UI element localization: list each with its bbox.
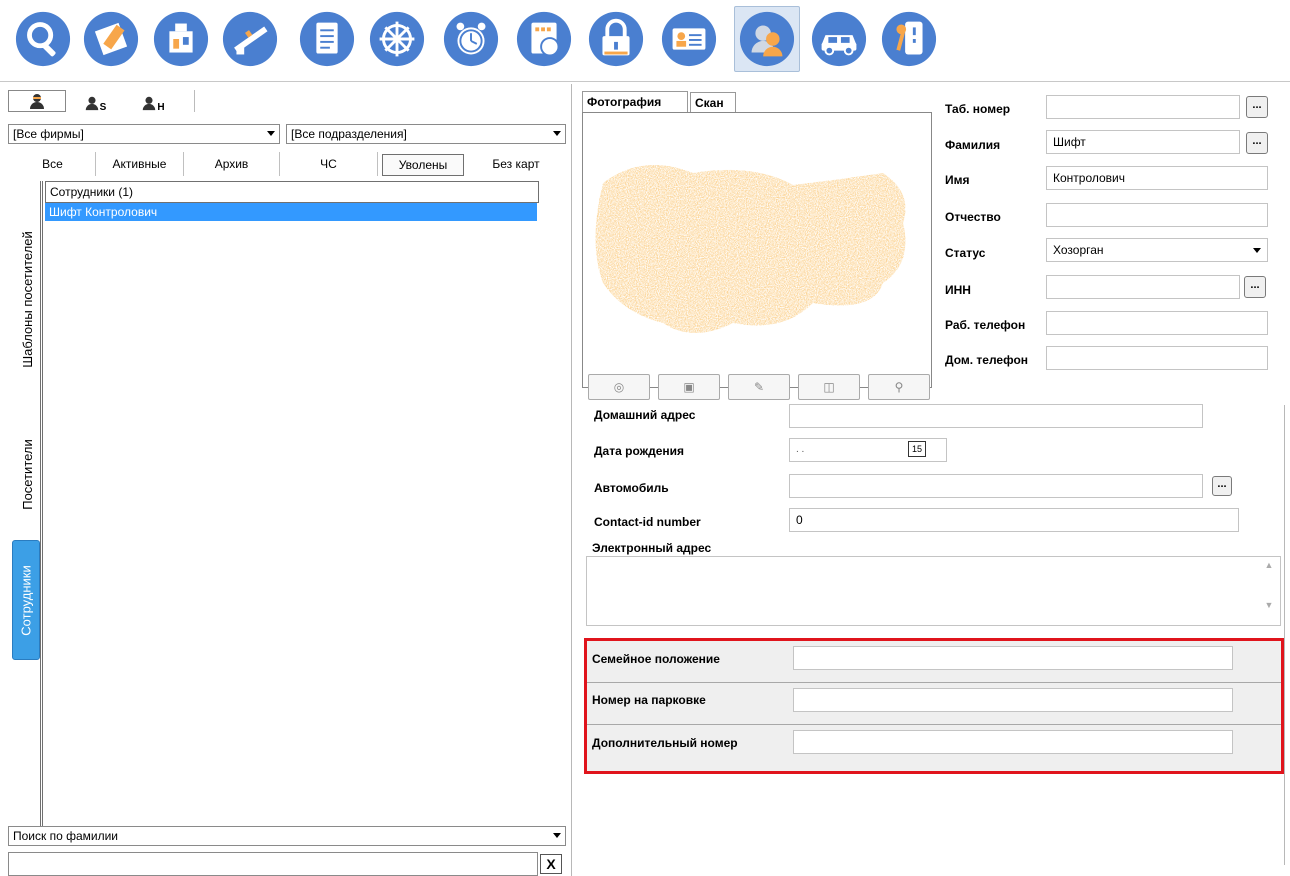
alarm-clock-icon[interactable] bbox=[440, 8, 502, 70]
home-address-field[interactable] bbox=[789, 404, 1203, 428]
key-pad-icon[interactable] bbox=[878, 8, 940, 70]
filter-tab-active[interactable]: Активные bbox=[96, 152, 184, 176]
tab-scan[interactable]: Скан bbox=[690, 92, 736, 112]
contact-id-label: Contact-id number bbox=[594, 515, 701, 529]
last-name-label: Фамилия bbox=[945, 138, 1001, 152]
inn-label: ИНН bbox=[945, 283, 971, 297]
employees-panel: S H [Все фирмы] [Все подразделения] Все … bbox=[0, 84, 572, 876]
camera-icon[interactable]: ◎ bbox=[588, 374, 650, 400]
home-phone-field[interactable] bbox=[1046, 346, 1268, 370]
vtab-visitors[interactable]: Посетители bbox=[12, 414, 42, 534]
document-icon[interactable] bbox=[296, 8, 358, 70]
search-mode-value: Поиск по фамилии bbox=[13, 829, 118, 843]
calendar-icon[interactable]: 15 bbox=[908, 441, 926, 457]
vtab-employees[interactable]: Сотрудники bbox=[12, 540, 40, 660]
chevron-down-icon bbox=[553, 131, 561, 136]
status-select[interactable]: Хозорган bbox=[1046, 238, 1268, 262]
first-name-field[interactable]: Контролович bbox=[1046, 166, 1268, 190]
filter-tab-all[interactable]: Все bbox=[10, 152, 96, 176]
highlight-frame bbox=[584, 638, 1284, 774]
last-name-field[interactable]: Шифт bbox=[1046, 130, 1240, 154]
employee-list: Сотрудники (1) Шифт Контролович bbox=[40, 181, 573, 826]
company-combo-value: [Все фирмы] bbox=[13, 127, 84, 141]
filter-tab-emergency[interactable]: ЧС bbox=[280, 152, 378, 176]
car-icon[interactable] bbox=[808, 8, 870, 70]
search-input[interactable] bbox=[8, 852, 538, 876]
vtab-employees-label: Сотрудники bbox=[18, 564, 34, 636]
list-header: Сотрудники (1) bbox=[45, 181, 539, 203]
search-icon[interactable] bbox=[12, 8, 74, 70]
department-combo[interactable]: [Все подразделения] bbox=[286, 124, 566, 144]
car-label: Автомобиль bbox=[594, 481, 669, 495]
inn-field[interactable] bbox=[1046, 275, 1240, 299]
clear-photo-icon[interactable]: ◫ bbox=[798, 374, 860, 400]
home-address-label: Домашний адрес bbox=[594, 408, 696, 422]
tab-photo[interactable]: Фотография bbox=[582, 91, 688, 113]
contact-id-field[interactable]: 0 bbox=[789, 508, 1239, 532]
plan-map-icon[interactable] bbox=[80, 8, 142, 70]
car-browse-button[interactable]: ... bbox=[1212, 476, 1232, 496]
tab-number-browse-button[interactable]: ... bbox=[1246, 96, 1268, 118]
search-mode-combo[interactable]: Поиск по фамилии bbox=[8, 826, 566, 846]
barrier-icon[interactable] bbox=[219, 8, 281, 70]
department-combo-value: [Все подразделения] bbox=[291, 127, 407, 141]
filter-tab-dismissed[interactable]: Уволены bbox=[382, 154, 464, 176]
status-label: Статус bbox=[945, 246, 986, 260]
vtab-visitor-templates[interactable]: Шаблоны посетителей bbox=[12, 204, 42, 394]
last-name-browse-button[interactable]: ... bbox=[1246, 132, 1268, 154]
vtab-visitors-label: Посетители bbox=[19, 438, 35, 510]
filter-tab-archive[interactable]: Архив bbox=[184, 152, 280, 176]
email-label: Электронный адрес bbox=[592, 541, 712, 555]
employee-s-tab[interactable]: S bbox=[78, 90, 112, 116]
close-icon[interactable]: X bbox=[540, 854, 562, 874]
chevron-down-icon bbox=[267, 131, 275, 136]
employee-tab-icon[interactable] bbox=[8, 90, 66, 112]
helm-icon[interactable] bbox=[366, 8, 428, 70]
car-field[interactable] bbox=[789, 474, 1203, 498]
chevron-down-icon bbox=[553, 833, 561, 838]
vtab-visitor-templates-label: Шаблоны посетителей bbox=[19, 230, 35, 368]
chevron-down-icon bbox=[1253, 248, 1261, 253]
access-device-icon[interactable] bbox=[150, 8, 212, 70]
home-phone-label: Дом. телефон bbox=[945, 353, 1029, 367]
zoom-icon[interactable]: ⚲ bbox=[868, 374, 930, 400]
id-card-icon[interactable] bbox=[658, 8, 720, 70]
employee-h-tab[interactable]: H bbox=[136, 90, 170, 116]
work-phone-field[interactable] bbox=[1046, 311, 1268, 335]
tab-number-field[interactable] bbox=[1046, 95, 1240, 119]
capture-icon[interactable]: ▣ bbox=[658, 374, 720, 400]
work-phone-label: Раб. телефон bbox=[945, 318, 1026, 332]
company-combo[interactable]: [Все фирмы] bbox=[8, 124, 280, 144]
photo-placeholder-graphic bbox=[595, 165, 906, 333]
person-icon[interactable] bbox=[734, 6, 800, 72]
status-value: Хозорган bbox=[1053, 243, 1104, 257]
main-toolbar bbox=[0, 0, 1290, 82]
edit-icon[interactable]: ✎ bbox=[728, 374, 790, 400]
email-textarea[interactable] bbox=[586, 556, 1281, 626]
subtab-s-label: S bbox=[99, 101, 107, 113]
list-item[interactable]: Шифт Контролович bbox=[45, 203, 537, 221]
scrollbar[interactable] bbox=[1284, 592, 1290, 864]
subtab-divider bbox=[194, 90, 195, 112]
inn-browse-button[interactable]: ... bbox=[1244, 276, 1266, 298]
filter-tab-no-cards[interactable]: Без карт bbox=[468, 152, 564, 176]
email-scrollbar[interactable]: ▲ ▼ bbox=[1262, 560, 1276, 622]
patronymic-label: Отчество bbox=[945, 210, 1001, 224]
tab-number-label: Таб. номер bbox=[945, 102, 1011, 116]
photo-toolbar: ◎ ▣ ✎ ◫ ⚲ bbox=[588, 374, 934, 402]
birth-date-label: Дата рождения bbox=[594, 444, 685, 458]
photo-panel: Фотография Скан ◎ ▣ ✎ ◫ ⚲ bbox=[582, 91, 934, 404]
patronymic-field[interactable] bbox=[1046, 203, 1268, 227]
lock-icon[interactable] bbox=[585, 8, 647, 70]
report-clock-icon[interactable] bbox=[513, 8, 575, 70]
subtab-h-label: H bbox=[157, 101, 165, 113]
first-name-label: Имя bbox=[945, 173, 970, 187]
photo-image bbox=[582, 112, 932, 388]
